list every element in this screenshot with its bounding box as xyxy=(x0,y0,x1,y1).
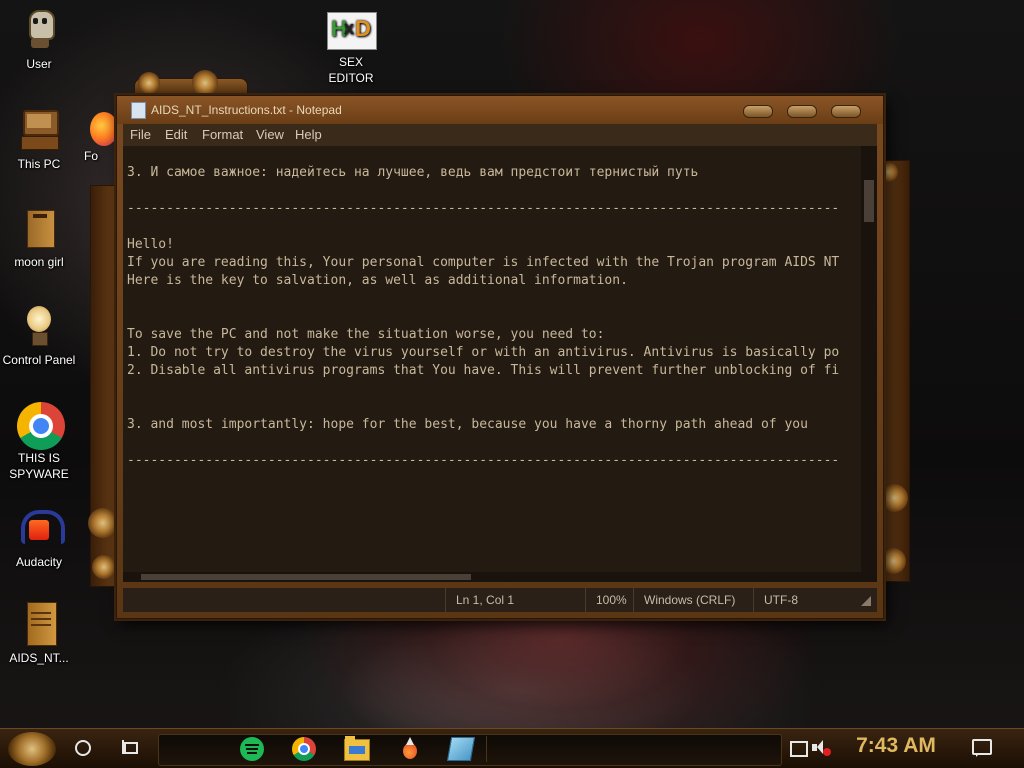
scroll-corner xyxy=(861,572,877,582)
menu-format[interactable]: Format xyxy=(202,127,243,142)
status-position: Ln 1, Col 1 xyxy=(445,588,584,612)
notepad-app-icon[interactable] xyxy=(446,737,476,761)
desktop-icon-label: This PC xyxy=(17,157,61,171)
gear-icon xyxy=(880,484,908,512)
text-line: Here is the key to salvation, as well as… xyxy=(127,273,628,288)
horizontal-scrollbar[interactable] xyxy=(123,572,861,582)
desktop-icon-spyware[interactable]: THIS IS SPYWARE xyxy=(0,402,78,482)
text-line: 3. and most importantly: hope for the be… xyxy=(127,417,808,432)
desktop-icon-control-panel[interactable]: Control Panel xyxy=(0,304,78,368)
network-icon[interactable] xyxy=(790,741,808,757)
text-editor[interactable]: 3. И самое важное: надейтесь на лучшее, … xyxy=(123,146,861,572)
gear-icon xyxy=(138,72,160,94)
text-file-icon xyxy=(17,602,61,646)
chrome-icon xyxy=(17,402,65,450)
resize-grip-icon[interactable] xyxy=(861,596,871,606)
desktop-icon-firefox[interactable]: Fo xyxy=(84,112,118,164)
desktop-icon-user[interactable]: User xyxy=(0,8,78,72)
gear-icon xyxy=(88,508,118,538)
desktop-icon-label: moon girl xyxy=(14,255,64,269)
scrollbar-thumb[interactable] xyxy=(141,574,471,580)
status-line-ending: Windows (CRLF) xyxy=(633,588,744,612)
desktop: User This PC moon girl Control Panel THI… xyxy=(0,0,1024,768)
vertical-scrollbar[interactable] xyxy=(861,146,877,572)
window-title: AIDS_NT_Instructions.txt - Notepad xyxy=(151,103,342,117)
text-line: 2. Disable all antivirus programs that Y… xyxy=(127,363,840,378)
desktop-icon-label: User xyxy=(26,57,52,71)
google-sheets-app-icon[interactable] xyxy=(240,737,264,761)
volume-muted-icon[interactable] xyxy=(812,740,831,756)
close-button[interactable] xyxy=(831,105,861,118)
text-line: To save the PC and not make the situatio… xyxy=(127,327,605,342)
status-encoding: UTF-8 xyxy=(753,588,844,612)
computer-icon xyxy=(17,108,61,152)
desktop-icon-label: THIS IS SPYWARE xyxy=(9,451,69,481)
search-icon[interactable] xyxy=(75,740,91,756)
start-button[interactable] xyxy=(8,732,56,766)
file-explorer-app-icon[interactable] xyxy=(344,736,370,761)
taskbar-clock[interactable]: 7:43 AM xyxy=(846,734,946,758)
minimize-button[interactable] xyxy=(743,105,773,118)
notepad-window[interactable]: AIDS_NT_Instructions.txt - Notepad File … xyxy=(116,95,884,619)
desktop-icon-sex-editor[interactable]: H x D SEX EDITOR xyxy=(312,12,390,86)
desktop-icon-label: Fo xyxy=(84,149,99,163)
desktop-icon-label: Audacity xyxy=(15,555,63,569)
desktop-icon-this-pc[interactable]: This PC xyxy=(0,108,78,172)
menu-bar: File Edit Format View Help xyxy=(123,124,877,146)
desktop-icon-audacity[interactable]: Audacity xyxy=(0,506,78,570)
maximize-button[interactable] xyxy=(787,105,817,118)
lightbulb-icon xyxy=(17,304,61,348)
status-zoom: 100% xyxy=(585,588,634,612)
desktop-icon-label: SEX EDITOR xyxy=(328,55,374,85)
text-line: 1. Do not try to destroy the virus yours… xyxy=(127,345,840,360)
menu-file[interactable]: File xyxy=(130,127,151,142)
text-line: ----------------------------------------… xyxy=(127,201,840,216)
user-skull-icon xyxy=(17,8,61,52)
gear-icon xyxy=(192,70,218,96)
ink-drop-app-icon[interactable] xyxy=(401,737,417,759)
text-line: ----------------------------------------… xyxy=(127,453,840,468)
audacity-icon xyxy=(17,506,65,550)
notepad-icon xyxy=(131,102,146,119)
desktop-icon-moon-girl[interactable]: moon girl xyxy=(0,206,78,270)
hxd-icon: H x D xyxy=(327,12,377,50)
menu-edit[interactable]: Edit xyxy=(165,127,187,142)
menu-view[interactable]: View xyxy=(256,127,284,142)
text-line: If you are reading this, Your personal c… xyxy=(127,255,840,270)
text-line: 3. И самое важное: надейтесь на лучшее, … xyxy=(127,165,699,180)
scrollbar-thumb[interactable] xyxy=(864,180,874,222)
title-bar[interactable]: AIDS_NT_Instructions.txt - Notepad xyxy=(117,96,883,124)
notification-icon[interactable] xyxy=(972,739,992,757)
desktop-icon-label: Control Panel xyxy=(2,353,76,367)
frame-ornament-right xyxy=(882,160,910,582)
task-view-icon[interactable] xyxy=(122,740,138,754)
desktop-icon-aids-nt[interactable]: AIDS_NT... xyxy=(0,602,78,666)
desktop-icon-label: AIDS_NT... xyxy=(9,651,69,665)
text-line: Hello! xyxy=(127,237,174,252)
menu-help[interactable]: Help xyxy=(295,127,322,142)
gear-icon xyxy=(92,555,116,579)
firefox-icon xyxy=(84,112,118,148)
box-icon xyxy=(17,206,61,250)
status-bar: Ln 1, Col 1 100% Windows (CRLF) UTF-8 xyxy=(123,588,877,612)
chrome-app-icon[interactable] xyxy=(292,737,316,761)
taskbar-apps-separator xyxy=(486,736,781,762)
